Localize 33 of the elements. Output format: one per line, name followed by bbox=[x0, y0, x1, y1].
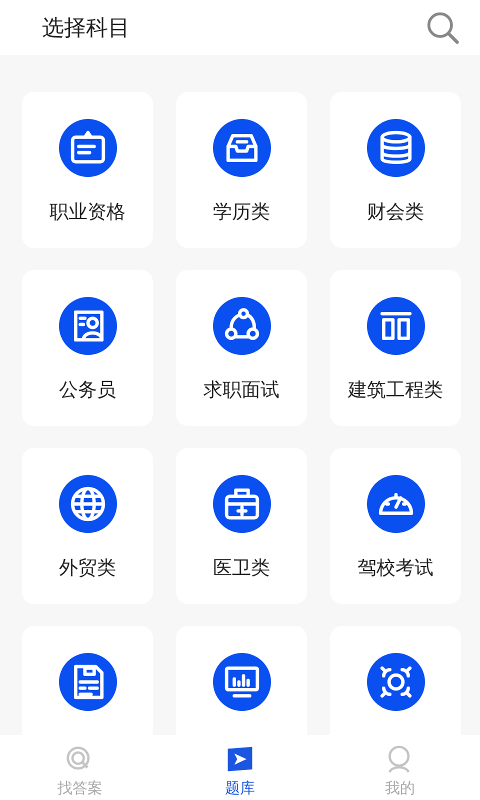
tab[interactable]: 题库 bbox=[160, 735, 320, 800]
category-label: 学历类 bbox=[213, 200, 270, 225]
category-card[interactable]: 建筑工程类 bbox=[330, 270, 461, 426]
badge-icon bbox=[58, 119, 116, 177]
category-card[interactable]: 职业资格 bbox=[22, 92, 153, 248]
nodes-icon bbox=[212, 297, 270, 355]
category-card[interactable]: 外贸类 bbox=[22, 448, 153, 604]
category-card[interactable]: 医卫类 bbox=[176, 448, 307, 604]
search-icon[interactable] bbox=[426, 10, 460, 44]
category-card[interactable]: 求职面试 bbox=[176, 270, 307, 426]
globe-icon bbox=[58, 475, 116, 533]
category-label: 建筑工程类 bbox=[348, 378, 443, 403]
page-title: 选择科目 bbox=[42, 14, 130, 42]
gauge-icon bbox=[366, 475, 424, 533]
id-card-icon bbox=[58, 297, 116, 355]
category-label: 财会类 bbox=[367, 200, 424, 225]
monitor-icon bbox=[212, 653, 270, 711]
category-card[interactable]: 驾校考试 bbox=[330, 448, 461, 604]
target-icon bbox=[366, 653, 424, 711]
category-label: 驾校考试 bbox=[358, 556, 434, 581]
inbox-icon bbox=[212, 119, 270, 177]
medkit-icon bbox=[212, 475, 270, 533]
category-label: 公务员 bbox=[59, 378, 116, 403]
columns-icon bbox=[366, 297, 424, 355]
category-label: 医卫类 bbox=[213, 556, 270, 581]
category-label: 外贸类 bbox=[59, 556, 116, 581]
category-card[interactable]: 公务员 bbox=[22, 270, 153, 426]
category-label: 求职面试 bbox=[204, 378, 280, 403]
database-icon bbox=[366, 119, 424, 177]
category-card[interactable]: 财会类 bbox=[330, 92, 461, 248]
category-label: 职业资格 bbox=[50, 200, 126, 225]
category-card[interactable]: 学历类 bbox=[176, 92, 307, 248]
floppy-icon bbox=[58, 653, 116, 711]
